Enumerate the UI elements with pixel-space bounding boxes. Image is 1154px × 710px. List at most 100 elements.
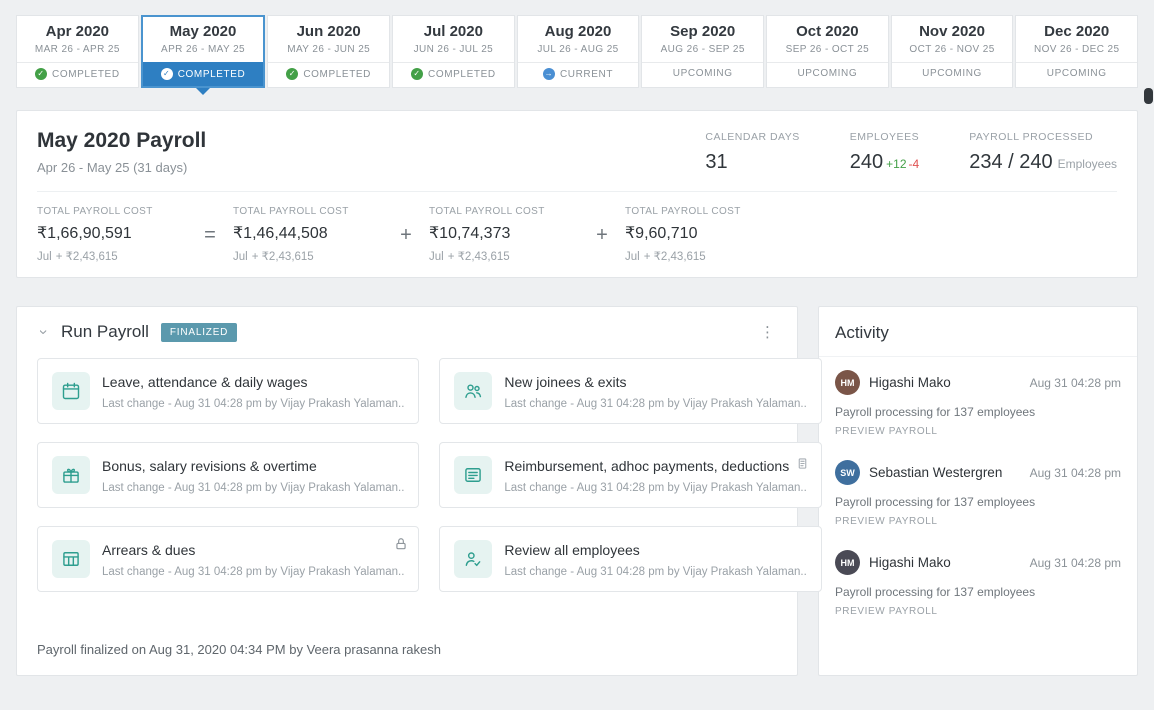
- month-title: Jun 2020: [296, 23, 361, 40]
- stat-calendar-days: CALENDAR DAYS 31: [705, 131, 800, 173]
- step-last-change: Last change - Aug 31 04:28 pm by Vijay P…: [504, 482, 807, 494]
- activity-description: Payroll processing for 137 employees: [835, 585, 1036, 599]
- month-status: COMPLETED: [142, 62, 264, 86]
- month-tab-jun-2020[interactable]: Jun 2020 MAY 26 - JUN 25 COMPLETED: [267, 15, 391, 88]
- activity-item: HM Higashi Mako Aug 31 04:28 pm Payroll …: [819, 537, 1137, 627]
- month-status-label: COMPLETED: [428, 68, 496, 80]
- step-title: Leave, attendance & daily wages: [102, 374, 308, 390]
- check-circle-icon: [160, 68, 173, 80]
- month-status-label: CURRENT: [559, 68, 614, 80]
- check-circle-icon: [411, 68, 424, 80]
- receipt-icon: [454, 456, 493, 494]
- run-payroll-header: Run Payroll FINALIZED: [17, 307, 797, 354]
- month-status: UPCOMING: [891, 62, 1013, 85]
- month-range: AUG 26 - SEP 25: [660, 44, 745, 55]
- month-range: JUN 26 - JUL 25: [413, 44, 494, 55]
- month-status-label: COMPLETED: [303, 68, 371, 80]
- month-tab-nov-2020[interactable]: Nov 2020 OCT 26 - NOV 25 UPCOMING: [890, 15, 1014, 88]
- calendar-icon: [52, 372, 90, 410]
- activity-title: Activity: [819, 307, 1137, 357]
- step-tile-arrears-dues[interactable]: Arrears & dues Last change - Aug 31 04:2…: [37, 526, 420, 592]
- activity-user-name: Higashi Mako: [869, 375, 951, 390]
- cost-block-taxes: TOTAL PAYROLL COST ₹9,60,710 Jul + ₹2,43,…: [625, 206, 741, 263]
- preview-payroll-link[interactable]: PREVIEW PAYROLL: [835, 426, 1121, 437]
- cost-block-total: TOTAL PAYROLL COST ₹1,66,90,591 Jul + ₹2,…: [37, 206, 153, 263]
- step-title: Reimbursement, adhoc payments, deduction…: [504, 458, 790, 474]
- step-tile-review-all-employees[interactable]: Review all employees Last change - Aug 3…: [439, 526, 822, 592]
- step-tile-new-joinees-exits[interactable]: New joinees & exits Last change - Aug 31…: [439, 358, 822, 424]
- run-payroll-title: Run Payroll: [61, 322, 149, 341]
- step-last-change: Last change - Aug 31 04:28 pm by Vijay P…: [102, 566, 405, 578]
- operator-plus: +: [596, 224, 608, 246]
- month-title: Sep 2020: [670, 23, 736, 40]
- status-badge: FINALIZED: [160, 322, 238, 342]
- month-status: COMPLETED: [268, 62, 390, 86]
- month-tab-dec-2020[interactable]: Dec 2020 NOV 26 - DEC 25 UPCOMING: [1015, 15, 1139, 88]
- month-tab-oct-2020[interactable]: Oct 2020 SEP 26 - OCT 25 UPCOMING: [766, 15, 889, 88]
- activity-timestamp: Aug 31 04:28 pm: [1029, 465, 1121, 480]
- activity-item: HM Higashi Mako Aug 31 04:28 pm Payroll …: [819, 357, 1137, 447]
- month-status-label: UPCOMING: [672, 68, 733, 79]
- avatar: HM: [835, 550, 860, 575]
- step-tile-leave-attendance[interactable]: Leave, attendance & daily wages Last cha…: [37, 358, 420, 424]
- activity-timestamp: Aug 31 04:28 pm: [1029, 375, 1121, 390]
- chevron-down-icon[interactable]: [34, 326, 52, 338]
- scrollbar-thumb[interactable]: [1144, 88, 1153, 104]
- month-range: APR 26 - MAY 25: [161, 44, 245, 55]
- month-tab-apr-2020[interactable]: Apr 2020 MAR 26 - APR 25 COMPLETED: [16, 15, 139, 88]
- month-status: UPCOMING: [767, 62, 888, 85]
- month-status: COMPLETED: [17, 62, 138, 86]
- activity-timestamp: Aug 31 04:28 pm: [1029, 555, 1121, 570]
- pay-period: Apr 26 - May 25 (31 days): [37, 160, 188, 175]
- step-tile-bonus-revisions-overtime[interactable]: Bonus, salary revisions & overtime Last …: [37, 442, 420, 508]
- month-title: May 2020: [169, 23, 237, 40]
- summary-stats: CALENDAR DAYS 31 EMPLOYEES 240 +12 -4 PAYR…: [705, 129, 1117, 174]
- step-title: Arrears & dues: [102, 542, 196, 558]
- month-title: Oct 2020: [796, 23, 859, 40]
- activity-description: Payroll processing for 137 employees: [835, 495, 1036, 509]
- month-tab-aug-2020[interactable]: Aug 2020 JUL 26 - AUG 25 CURRENT: [516, 15, 640, 88]
- avatar: HM: [835, 370, 860, 395]
- month-title: Jul 2020: [423, 23, 483, 40]
- month-tab-sep-2020[interactable]: Sep 2020 AUG 26 - SEP 25 UPCOMING: [641, 15, 765, 88]
- check-circle-icon: [35, 68, 48, 80]
- current-arrow-icon: [542, 68, 555, 80]
- month-title: Dec 2020: [1044, 23, 1110, 40]
- month-title: Aug 2020: [544, 23, 612, 40]
- preview-payroll-link[interactable]: PREVIEW PAYROLL: [835, 606, 1121, 617]
- step-title: New joinees & exits: [504, 374, 627, 390]
- month-range: MAR 26 - APR 25: [34, 44, 120, 55]
- step-title: Bonus, salary revisions & overtime: [102, 458, 317, 474]
- activity-user-name: Sebastian Westergren: [869, 465, 1003, 480]
- month-status-label: UPCOMING: [1046, 68, 1107, 79]
- month-tab-may-2020-selected[interactable]: May 2020 APR 26 - MAY 25 COMPLETED: [140, 15, 266, 88]
- activity-panel: Activity HM Higashi Mako Aug 31 04:28 pm…: [818, 306, 1138, 676]
- month-status-label: UPCOMING: [922, 68, 982, 79]
- lock-icon: [394, 537, 408, 551]
- person-check-icon: [454, 540, 493, 578]
- payroll-cost-breakdown: TOTAL PAYROLL COST ₹1,66,90,591 Jul + ₹2,…: [37, 206, 1117, 263]
- activity-item: SW Sebastian Westergren Aug 31 04:28 pm …: [819, 447, 1137, 537]
- payroll-steps-grid: Leave, attendance & daily wages Last cha…: [17, 354, 822, 592]
- more-options-icon[interactable]: [758, 323, 777, 341]
- step-last-change: Last change - Aug 31 04:28 pm by Vijay P…: [102, 482, 405, 494]
- payroll-finalized-note: Payroll finalized on Aug 31, 2020 04:34 …: [37, 642, 441, 657]
- run-payroll-card: Run Payroll FINALIZED Leave, attendance …: [16, 306, 822, 676]
- divider: [37, 191, 1117, 192]
- operator-equals: =: [204, 224, 216, 246]
- month-status: CURRENT: [517, 62, 639, 86]
- payroll-app: Apr 2020 MAR 26 - APR 25 COMPLETED May 2…: [0, 0, 1154, 710]
- activity-description: Payroll processing for 137 employees: [835, 405, 1036, 419]
- month-status-label: COMPLETED: [177, 68, 246, 80]
- employees-added: +12: [886, 157, 907, 171]
- preview-payroll-link[interactable]: PREVIEW PAYROLL: [835, 516, 1121, 527]
- month-tab-jul-2020[interactable]: Jul 2020 JUN 26 - JUL 25 COMPLETED: [392, 15, 515, 88]
- step-last-change: Last change - Aug 31 04:28 pm by Vijay P…: [504, 566, 807, 578]
- step-tile-reimbursement-adhoc-deductions[interactable]: Reimbursement, adhoc payments, deduction…: [439, 442, 822, 508]
- document-icon: [796, 457, 809, 470]
- payroll-summary-card: May 2020 Payroll Apr 26 - May 25 (31 day…: [16, 110, 1138, 278]
- month-status: UPCOMING: [642, 62, 764, 85]
- stat-payroll-processed: PAYROLL PROCESSED 234 / 240 Employees: [969, 131, 1117, 173]
- month-title: Nov 2020: [919, 23, 985, 40]
- month-title: Apr 2020: [45, 23, 110, 40]
